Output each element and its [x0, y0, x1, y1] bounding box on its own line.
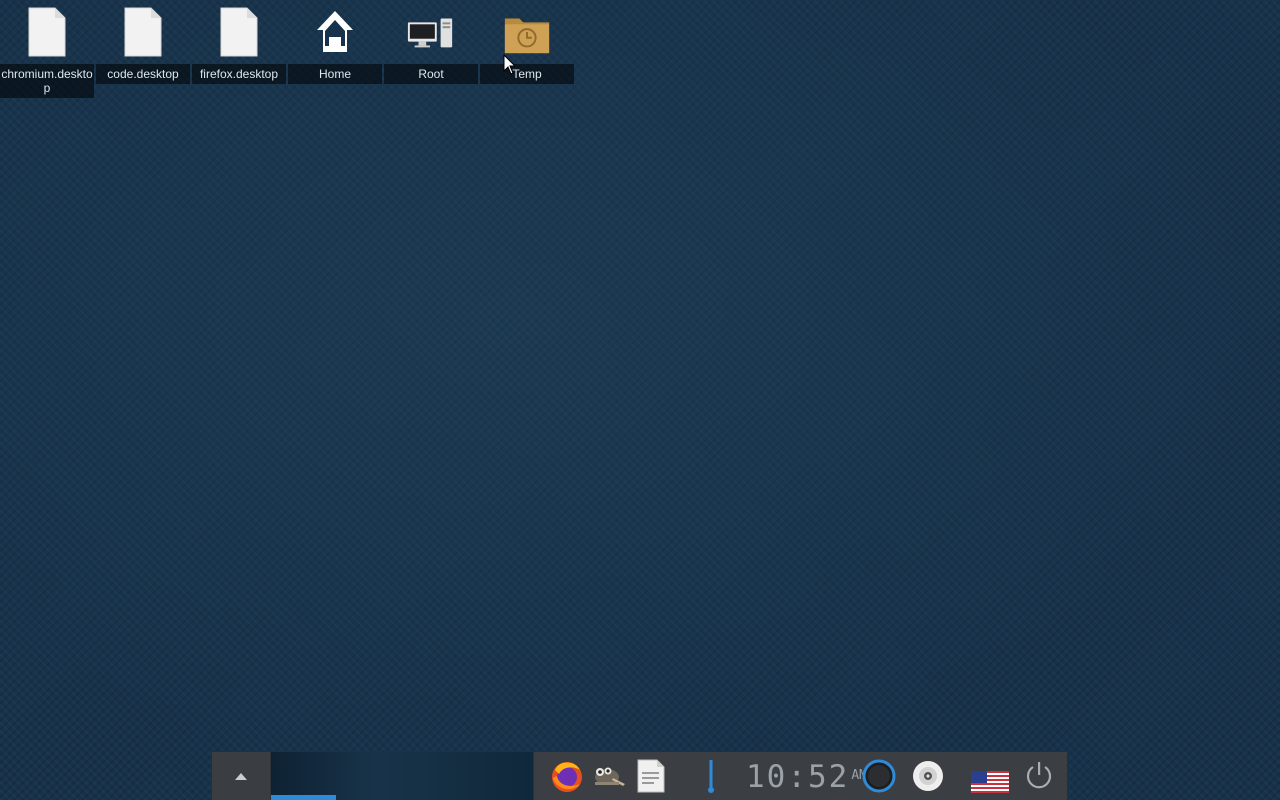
gimp-icon[interactable]	[591, 758, 627, 794]
power-icon[interactable]	[1024, 758, 1054, 794]
bottom-panel: 10:52 AM	[212, 752, 1067, 800]
taskbar[interactable]	[271, 752, 533, 800]
clock[interactable]: 10:52 AM	[746, 756, 867, 796]
text-editor-icon[interactable]	[636, 758, 666, 794]
active-task-indicator	[271, 795, 336, 800]
mouse-cursor-icon	[503, 54, 517, 75]
file-icon	[28, 7, 66, 57]
firefox-icon[interactable]	[549, 758, 585, 794]
home-icon	[317, 11, 353, 52]
volume-icon[interactable]	[703, 758, 719, 794]
clock-time: 10:52	[746, 759, 850, 795]
desktop-icon-label: code.desktop	[96, 64, 190, 84]
optical-disc-icon[interactable]	[910, 758, 946, 794]
network-icon[interactable]	[861, 758, 897, 794]
chevron-up-icon	[235, 773, 247, 780]
desktop-icon-label: Root	[384, 64, 478, 84]
desktop-icon-label: Temp	[480, 64, 574, 84]
desktop-icon-label: Home	[288, 64, 382, 84]
desktop-icon-label: chromium.desktop	[0, 64, 94, 98]
panel-toggle-button[interactable]	[212, 752, 270, 800]
file-icon	[124, 7, 162, 57]
us-flag-icon[interactable]	[971, 764, 1009, 800]
folder-clock-icon	[504, 18, 550, 54]
system-tray: 10:52 AM	[534, 752, 1067, 800]
desktop-icon-label: firefox.desktop	[192, 64, 286, 84]
computer-icon	[407, 18, 453, 48]
file-icon	[220, 7, 258, 57]
desktop: chromium.desktop code.desktop firefox.de…	[0, 0, 1280, 800]
